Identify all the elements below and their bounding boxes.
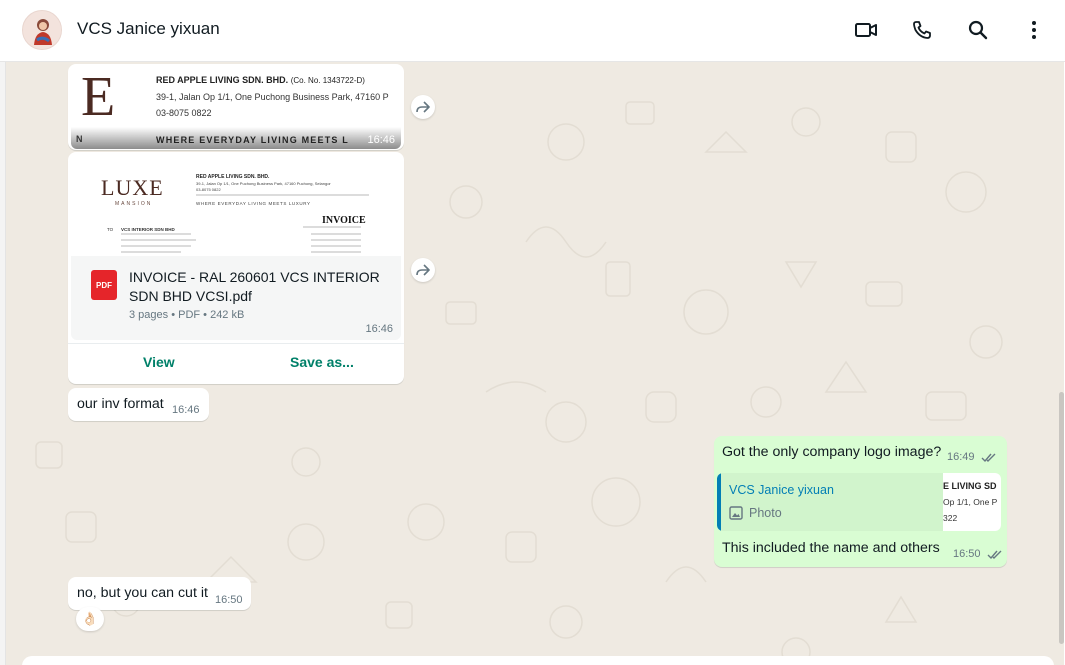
chat-header: VCS Janice yixuan <box>0 0 1065 62</box>
more-options-icon[interactable] <box>1019 15 1049 45</box>
message-text: our inv format <box>77 396 164 412</box>
document-info[interactable]: PDF INVOICE - RAL 260601 VCS INTERIOR SD… <box>71 256 401 340</box>
document-message[interactable]: LUXE MANSION RED APPLE LIVING SDN. BHD. … <box>68 152 404 384</box>
incoming-text-message[interactable]: no, but you can cut it 16:50 <box>68 577 251 610</box>
letterhead-slogan: WHERE EVERYDAY LIVING MEETS L <box>156 135 349 145</box>
letterhead-phone: 03-8075 0822 <box>156 108 212 118</box>
incoming-text-message[interactable]: our inv format 16:46 <box>68 388 209 421</box>
contact-avatar[interactable] <box>22 10 62 50</box>
photo-icon <box>729 506 743 520</box>
double-check-icon <box>981 453 996 463</box>
quote-accent-bar <box>717 473 721 531</box>
quoted-sender: VCS Janice yixuan <box>729 483 834 497</box>
message-time: 16:46 <box>365 323 393 335</box>
image-message[interactable]: E RED APPLE LIVING SDN. BHD. (Co. No. 13… <box>68 64 404 150</box>
outgoing-text-message[interactable]: Got the only company logo image? 16:49 <box>714 436 1007 469</box>
forward-icon[interactable] <box>411 258 435 282</box>
message-time: 16:49 <box>947 451 975 463</box>
quoted-message[interactable]: VCS Janice yixuan Photo E LIVING SD Op 1… <box>717 473 1001 531</box>
letterhead-logo-letter: E <box>81 67 116 128</box>
message-text: no, but you can cut it <box>77 585 208 601</box>
message-time: 16:50 <box>953 548 981 560</box>
message-time: 16:50 <box>215 594 243 606</box>
chat-area: E RED APPLE LIVING SDN. BHD. (Co. No. 13… <box>6 62 1064 665</box>
letterhead-image[interactable]: E RED APPLE LIVING SDN. BHD. (Co. No. 13… <box>71 67 401 149</box>
message-text: This included the name and others <box>722 540 940 556</box>
outgoing-reply-message[interactable]: VCS Janice yixuan Photo E LIVING SD Op 1… <box>714 470 1007 567</box>
message-text: Got the only company logo image? <box>722 444 942 460</box>
quoted-photo-thumbnail: E LIVING SD Op 1/1, One P 322 <box>943 473 1001 531</box>
pdf-file-icon: PDF <box>91 270 117 300</box>
video-call-icon[interactable] <box>851 15 881 45</box>
voice-call-icon[interactable] <box>907 15 937 45</box>
save-as-button[interactable]: Save as... <box>290 354 354 370</box>
letterhead-company: RED APPLE LIVING SDN. BHD. (Co. No. 1343… <box>156 75 365 85</box>
message-reaction[interactable]: 👌🏻 <box>76 607 104 631</box>
forward-icon[interactable] <box>411 95 435 119</box>
document-preview[interactable]: LUXE MANSION RED APPLE LIVING SDN. BHD. … <box>71 155 401 255</box>
contact-name[interactable]: VCS Janice yixuan <box>77 19 220 39</box>
search-icon[interactable] <box>963 15 993 45</box>
document-meta: 3 pages • PDF • 242 kB <box>129 309 245 321</box>
quoted-type: Photo <box>729 506 782 520</box>
document-actions: View Save as... <box>68 343 404 381</box>
chat-scrollbar[interactable] <box>1059 392 1064 644</box>
letterhead-address: 39-1, Jalan Op 1/1, One Puchong Business… <box>156 92 389 102</box>
document-file-name: INVOICE - RAL 260601 VCS INTERIOR SDN BH… <box>129 269 380 304</box>
message-composer[interactable] <box>22 656 1054 665</box>
preview-lines <box>121 194 369 253</box>
view-document-button[interactable]: View <box>143 354 175 370</box>
message-time: 16:46 <box>172 404 200 416</box>
double-check-icon <box>987 550 1002 560</box>
letterhead-left-text: N <box>76 134 83 144</box>
message-time: 16:46 <box>367 134 395 146</box>
